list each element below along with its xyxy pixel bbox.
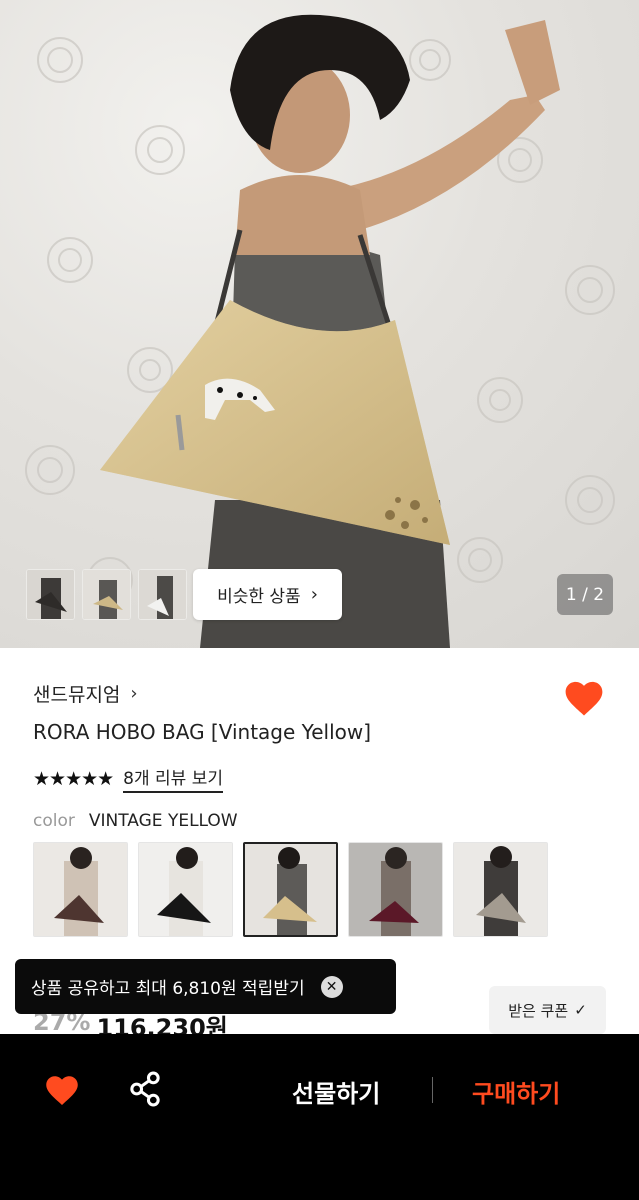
chevron-right-icon: › [310, 584, 318, 605]
bottom-action-bar: 선물하기 구매하기 [0, 1034, 639, 1200]
rating-stars: ★★★★★ [33, 767, 114, 790]
swatch-vintage-yellow[interactable] [243, 842, 338, 937]
gallery-thumb[interactable] [138, 569, 187, 620]
product-photo [25, 14, 615, 648]
close-icon[interactable]: ✕ [320, 975, 343, 998]
image-counter: 1 / 2 [557, 574, 613, 615]
chevron-right-icon: › [130, 683, 138, 704]
product-title: RORA HOBO BAG [Vintage Yellow] [33, 720, 372, 744]
toast-text: 상품 공유하고 최대 6,810원 적립받기 [31, 979, 305, 999]
wishlist-heart-icon[interactable] [44, 1073, 80, 1107]
color-row: color VINTAGE YELLOW [33, 811, 238, 831]
color-swatches [33, 842, 548, 937]
product-image-gallery[interactable]: 비슷한 상품 › 1 / 2 [0, 0, 639, 648]
reviews-link[interactable]: 8개 리뷰 보기 [123, 764, 223, 793]
brand-name: 샌드뮤지엄 [33, 684, 121, 706]
swatch-brown[interactable] [33, 842, 128, 937]
similar-products-button[interactable]: 비슷한 상품 › [193, 569, 342, 620]
rating-row: ★★★★★ 8개 리뷰 보기 [33, 764, 223, 793]
swatch-black[interactable] [138, 842, 233, 937]
share-icon[interactable] [128, 1071, 162, 1107]
color-label: color [33, 811, 75, 831]
gallery-thumbnails [26, 569, 187, 620]
brand-link[interactable]: 샌드뮤지엄 › [33, 680, 138, 707]
divider [432, 1077, 433, 1103]
color-value: VINTAGE YELLOW [88, 811, 238, 831]
gallery-thumb[interactable] [82, 569, 131, 620]
coupon-label: 받은 쿠폰 [508, 1001, 569, 1020]
checkmark-icon: ✓ [574, 1001, 587, 1019]
similar-products-label: 비슷한 상품 [217, 587, 301, 607]
swatch-burgundy[interactable] [348, 842, 443, 937]
received-coupon-button[interactable]: 받은 쿠폰 ✓ [489, 986, 606, 1034]
share-reward-toast: 상품 공유하고 최대 6,810원 적립받기 ✕ [15, 959, 396, 1014]
gift-button[interactable]: 선물하기 [292, 1074, 380, 1109]
gallery-thumb[interactable] [26, 569, 75, 620]
buy-button[interactable]: 구매하기 [472, 1074, 560, 1109]
swatch-gray[interactable] [453, 842, 548, 937]
wishlist-heart-icon[interactable] [563, 678, 605, 718]
